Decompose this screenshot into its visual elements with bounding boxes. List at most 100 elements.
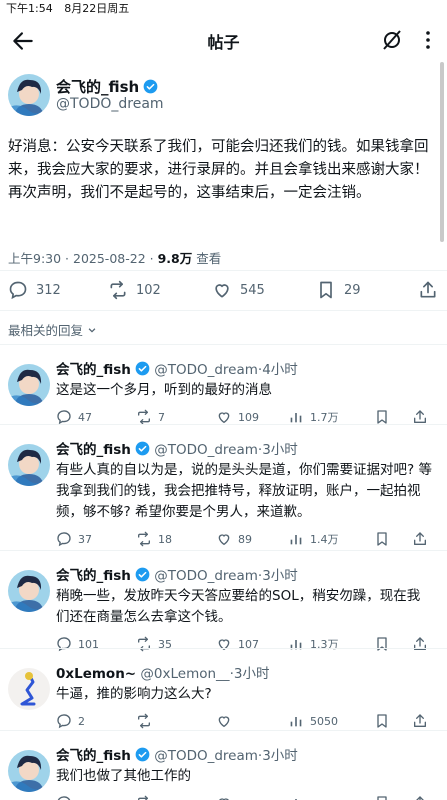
more-options-button[interactable]	[416, 28, 440, 52]
reply-item[interactable]: 会飞的_fish @TODO_dream·3小时 有些人真的自以为是，说的是头头是…	[0, 430, 447, 555]
bookmark-button[interactable]	[374, 531, 396, 547]
like-button[interactable]	[216, 713, 238, 729]
reply-author-handle[interactable]: @TODO_dream	[154, 442, 258, 458]
reply-button[interactable]: 101	[56, 636, 99, 652]
reply-item[interactable]: 会飞的_fish @TODO_dream·3小时 我们也做了其他工作的	[0, 736, 447, 800]
scrollbar[interactable]	[440, 62, 444, 242]
reply-sort-dropdown[interactable]: 最相关的回复	[8, 320, 97, 339]
reply-icon	[9, 281, 27, 300]
reply-item[interactable]: 0xLemon~ @0xLemon__·3小时 牛逼，推的影响力这么大? 2 5050	[0, 654, 447, 737]
reply-icon	[57, 532, 71, 547]
reply-icon	[57, 410, 71, 425]
reply-time: 3小时	[262, 442, 298, 458]
share-button[interactable]	[412, 409, 434, 425]
avatar[interactable]	[8, 750, 50, 792]
share-button[interactable]	[412, 713, 434, 729]
views-button[interactable]	[288, 795, 310, 800]
avatar[interactable]	[8, 444, 50, 486]
like-count: 109	[238, 410, 259, 424]
repost-button[interactable]: 102	[108, 280, 161, 300]
repost-button[interactable]	[136, 713, 158, 729]
repost-icon	[138, 636, 150, 652]
reply-button[interactable]: 2	[56, 713, 85, 729]
views-icon	[290, 413, 302, 423]
bookmark-button[interactable]	[374, 636, 396, 652]
views-count: 5050	[310, 714, 338, 728]
author-handle[interactable]: @TODO_dream	[56, 96, 164, 112]
reply-button[interactable]: 312	[8, 280, 61, 300]
repost-icon	[110, 280, 126, 300]
reply-time: 3小时	[262, 568, 298, 584]
views-button[interactable]: 1.4万	[288, 531, 339, 547]
reply-header: 会飞的_fish @TODO_dream·4小时	[56, 358, 298, 378]
reply-author-handle[interactable]: @TODO_dream	[154, 362, 258, 378]
reply-author-name[interactable]: 会飞的_fish	[56, 748, 131, 764]
grok-button[interactable]	[380, 28, 404, 52]
avatar[interactable]	[8, 364, 50, 406]
post-text: 好消息：公安今天联系了我们，可能会归还我们的钱。如果钱拿回来，我会应大家的要求，…	[8, 139, 429, 201]
like-button[interactable]: 109	[216, 409, 259, 425]
bookmark-count: 29	[344, 282, 361, 298]
like-icon	[218, 412, 230, 424]
reply-author-name[interactable]: 0xLemon~	[56, 666, 136, 682]
bookmark-icon	[377, 796, 387, 800]
verified-badge-icon	[135, 441, 150, 456]
bookmark-icon	[320, 281, 332, 299]
reply-author-handle[interactable]: @TODO_dream	[154, 568, 258, 584]
avatar[interactable]	[8, 74, 50, 116]
post-views: 9.8万	[157, 251, 193, 266]
views-button[interactable]: 1.3万	[288, 636, 339, 652]
bookmark-button[interactable]	[374, 713, 396, 729]
like-icon	[215, 284, 229, 298]
reply-author-name[interactable]: 会飞的_fish	[56, 442, 131, 458]
repost-button[interactable]: 7	[136, 409, 165, 425]
repost-icon	[138, 409, 150, 425]
reply-button[interactable]: 47	[56, 409, 92, 425]
reply-button[interactable]	[56, 795, 78, 800]
bookmark-button[interactable]: 29	[316, 280, 361, 300]
divider	[0, 310, 447, 311]
bookmark-button[interactable]	[374, 795, 396, 800]
reply-time: 3小时	[233, 666, 270, 682]
repost-button[interactable]: 18	[136, 531, 172, 547]
reply-actions: 47 7 109 1.7万	[56, 409, 436, 429]
views-count: 1.7万	[310, 411, 339, 424]
repost-icon	[138, 531, 150, 547]
repost-button[interactable]	[136, 795, 158, 800]
share-button[interactable]	[412, 636, 434, 652]
views-button[interactable]: 5050	[288, 713, 338, 729]
bookmark-icon	[377, 637, 387, 651]
repost-count: 102	[136, 282, 161, 298]
divider	[0, 648, 447, 649]
like-button[interactable]: 545	[212, 280, 265, 300]
reply-author-name[interactable]: 会飞的_fish	[56, 362, 131, 378]
divider	[0, 344, 447, 345]
reply-header: 0xLemon~ @0xLemon__·3小时	[56, 662, 269, 682]
more-vertical-icon	[426, 31, 430, 49]
share-button[interactable]	[412, 795, 434, 800]
views-count: 1.4万	[310, 533, 339, 546]
reply-header: 会飞的_fish @TODO_dream·3小时	[56, 564, 298, 584]
reply-author-handle[interactable]: @0xLemon__	[140, 666, 229, 682]
views-button[interactable]: 1.7万	[288, 409, 339, 425]
like-button[interactable]: 89	[216, 531, 252, 547]
reply-item[interactable]: 会飞的_fish @TODO_dream·4小时 这是这一个多月，听到的最好的消息…	[0, 350, 447, 433]
avatar[interactable]	[8, 570, 50, 612]
repost-button[interactable]: 35	[136, 636, 172, 652]
reply-author-name[interactable]: 会飞的_fish	[56, 568, 131, 584]
avatar[interactable]	[8, 668, 50, 710]
share-button[interactable]	[418, 280, 446, 300]
reply-author-handle[interactable]: @TODO_dream	[154, 748, 258, 764]
author-name[interactable]: 会飞的_fish	[56, 76, 158, 97]
like-button[interactable]: 107	[216, 636, 259, 652]
grok-icon	[383, 30, 401, 50]
views-icon	[295, 799, 297, 800]
share-icon	[414, 532, 426, 545]
reply-item[interactable]: 会飞的_fish @TODO_dream·3小时 稍晚一些，发放昨天今天答应要给的…	[0, 556, 447, 660]
share-icon	[414, 714, 426, 727]
like-button[interactable]	[216, 795, 238, 800]
like-icon	[218, 716, 230, 728]
share-button[interactable]	[412, 531, 434, 547]
bookmark-button[interactable]	[374, 409, 396, 425]
reply-button[interactable]: 37	[56, 531, 92, 547]
